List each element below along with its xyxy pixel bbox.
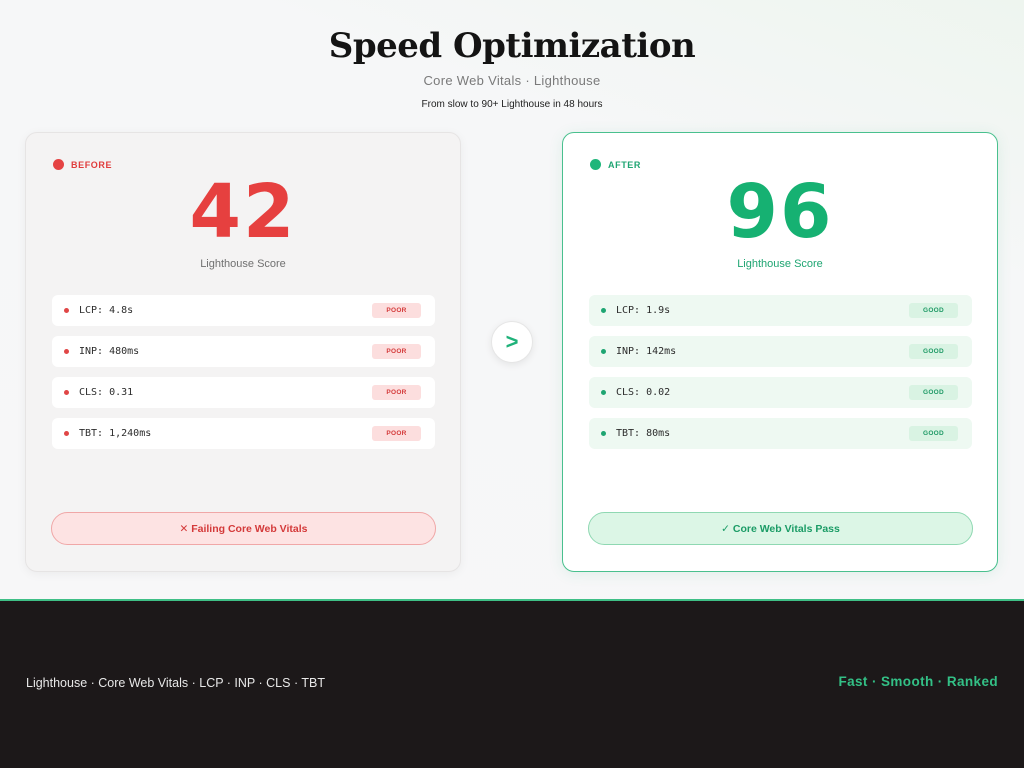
status-badge: POOR [372, 385, 421, 400]
before-score-label: Lighthouse Score [200, 258, 286, 270]
metric-row-tbt: TBT: 1,240ms POOR [52, 418, 435, 449]
metric-row-lcp: LCP: 4.8s POOR [52, 295, 435, 326]
after-status-banner: ✓ Core Web Vitals Pass [588, 512, 973, 545]
page-tagline: From slow to 90+ Lighthouse in 48 hours [421, 99, 603, 110]
metric-text: LCP: 4.8s [79, 305, 134, 316]
metric-text: INP: 480ms [79, 346, 140, 357]
status-badge: GOOD [909, 385, 958, 400]
bullet-icon [601, 308, 606, 313]
before-card: BEFORE 42 Lighthouse Score LCP: 4.8s POO… [25, 132, 461, 572]
status-badge: POOR [372, 303, 421, 318]
metric-text: CLS: 0.31 [79, 387, 134, 398]
before-score: 42 [189, 169, 297, 255]
before-status-banner: ✕ Failing Core Web Vitals [51, 512, 436, 545]
status-badge: GOOD [909, 303, 958, 318]
bullet-icon [601, 349, 606, 354]
metric-row-inp: INP: 480ms POOR [52, 336, 435, 367]
after-score: 96 [726, 169, 834, 255]
bullet-icon [601, 431, 606, 436]
metric-text: LCP: 1.9s [616, 305, 671, 316]
metric-row-cls: CLS: 0.02 GOOD [589, 377, 972, 408]
page-subtitle: Core Web Vitals · Lighthouse [423, 73, 601, 88]
chevron-right-icon: > [491, 321, 533, 363]
metric-row-cls: CLS: 0.31 POOR [52, 377, 435, 408]
metric-row-tbt: TBT: 80ms GOOD [589, 418, 972, 449]
metric-text: TBT: 1,240ms [79, 428, 152, 439]
footer-keywords: Lighthouse · Core Web Vitals · LCP · INP… [26, 676, 325, 690]
before-badge: BEFORE [53, 159, 112, 170]
before-badge-label: BEFORE [71, 159, 113, 170]
metric-row-lcp: LCP: 1.9s GOOD [589, 295, 972, 326]
metric-text: TBT: 80ms [616, 428, 671, 439]
after-badge-label: AFTER [608, 159, 641, 170]
footer: Lighthouse · Core Web Vitals · LCP · INP… [0, 599, 1024, 768]
bullet-icon [64, 349, 69, 354]
status-badge: POOR [372, 344, 421, 359]
before-metrics-list: LCP: 4.8s POOR INP: 480ms POOR CLS: 0.31… [52, 295, 435, 459]
after-card: AFTER 96 Lighthouse Score LCP: 1.9s GOOD… [562, 132, 998, 572]
metric-text: CLS: 0.02 [616, 387, 671, 398]
bullet-icon [64, 431, 69, 436]
bullet-icon [64, 390, 69, 395]
bullet-icon [64, 308, 69, 313]
green-dot-icon [590, 159, 601, 170]
status-badge: POOR [372, 426, 421, 441]
after-metrics-list: LCP: 1.9s GOOD INP: 142ms GOOD CLS: 0.02… [589, 295, 972, 459]
metric-row-inp: INP: 142ms GOOD [589, 336, 972, 367]
page-title: Speed Optimization [328, 26, 696, 66]
bullet-icon [601, 390, 606, 395]
status-badge: GOOD [909, 344, 958, 359]
status-badge: GOOD [909, 426, 958, 441]
red-dot-icon [53, 159, 64, 170]
footer-slogan: Fast · Smooth · Ranked [838, 674, 998, 689]
metric-text: INP: 142ms [616, 346, 677, 357]
hero-section: Speed Optimization Core Web Vitals · Lig… [0, 0, 1024, 599]
after-score-label: Lighthouse Score [737, 258, 823, 270]
after-badge: AFTER [590, 159, 641, 170]
